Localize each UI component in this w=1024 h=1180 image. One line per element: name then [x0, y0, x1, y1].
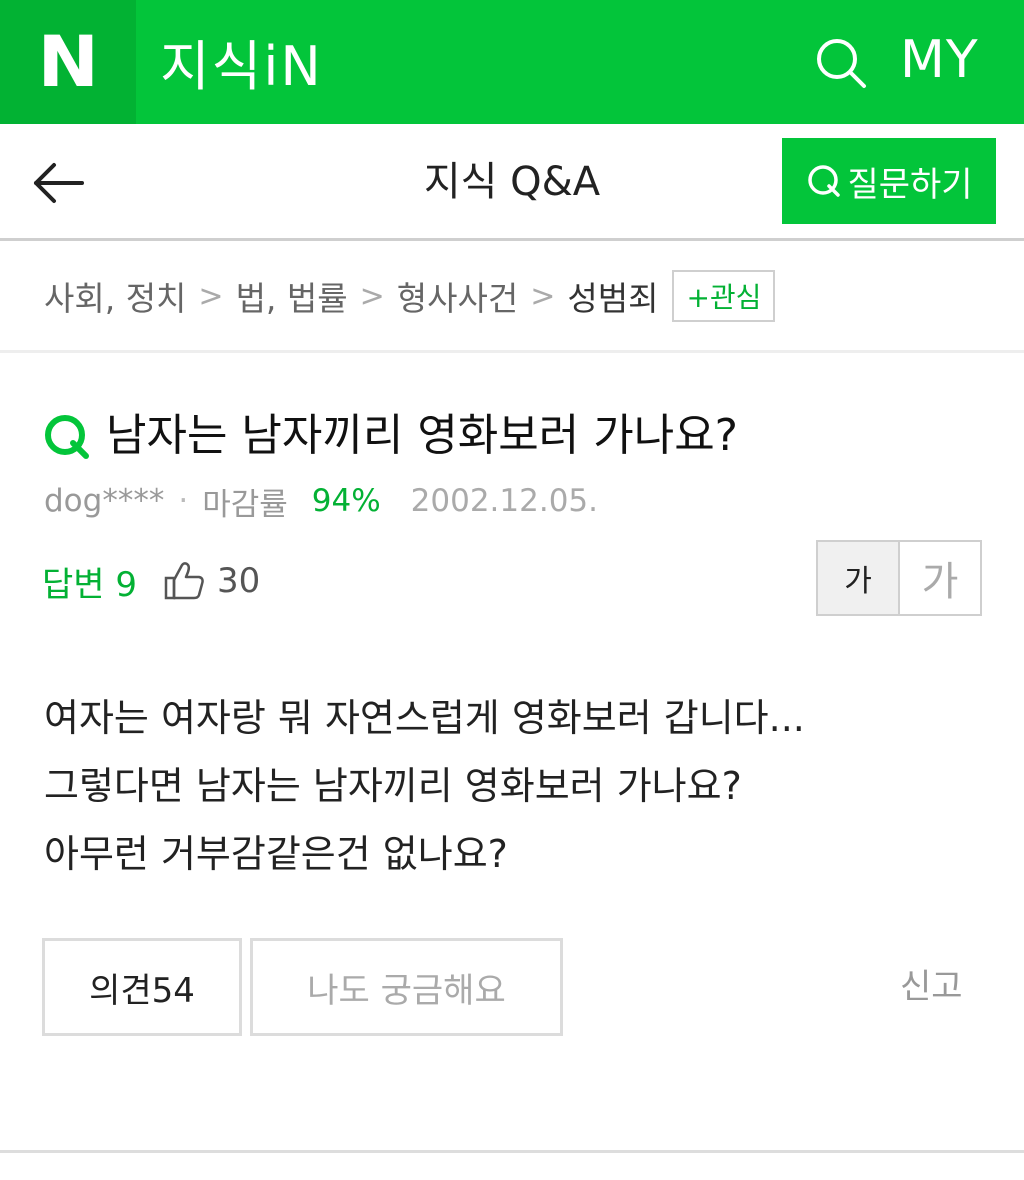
breadcrumb: 사회, 정치 > 법, 법률 > 형사사건 > 성범죄 +관심 [44, 268, 776, 324]
sub-header: 지식 Q&A 질문하기 [0, 124, 1024, 241]
breadcrumb-item-criminal[interactable]: 형사사건 [397, 272, 518, 320]
ask-question-label: 질문하기 [847, 164, 973, 205]
breadcrumb-separator: > [198, 278, 224, 314]
question-stats: 답변 9 30 [42, 556, 260, 606]
close-rate-value: 94% [311, 483, 381, 519]
breadcrumb-item-law[interactable]: 법, 법률 [236, 272, 348, 320]
thumbs-up-icon[interactable] [163, 559, 207, 603]
font-size-small-button[interactable]: 가 [818, 542, 900, 614]
question-body: 여자는 여자랑 뭐 자연스럽게 영화보러 갑니다... 그렇다면 남자는 남자끼… [44, 684, 984, 888]
top-header: N 지식iN MY [0, 0, 1024, 124]
q-icon [808, 165, 841, 197]
font-size-large-button[interactable]: 가 [900, 542, 980, 614]
brand-title[interactable]: 지식iN [160, 26, 323, 98]
font-size-toggle: 가 가 [816, 540, 982, 616]
like-count: 30 [217, 561, 261, 601]
breadcrumb-item-sex-crime[interactable]: 성범죄 [567, 272, 658, 320]
naver-logo[interactable]: N [0, 0, 136, 124]
question-body-line: 그렇다면 남자는 남자끼리 영화보러 가나요? [44, 764, 742, 808]
close-rate-label: 마감률 [202, 486, 288, 523]
my-menu-link[interactable]: MY [900, 30, 979, 90]
divider [0, 1150, 1024, 1153]
ask-question-button[interactable]: 질문하기 [782, 138, 996, 224]
me-too-curious-button[interactable]: 나도 궁금해요 [250, 938, 563, 1036]
report-link[interactable]: 신고 [900, 960, 963, 1014]
question-meta: dog**** · 마감률 94% 2002.12.05. [44, 478, 598, 524]
question-title-row: 남자는 남자끼리 영화보러 가나요? [42, 406, 738, 466]
breadcrumb-item-society[interactable]: 사회, 정치 [44, 272, 186, 320]
question-title: 남자는 남자끼리 영화보러 가나요? [106, 410, 739, 461]
question-body-line: 아무런 거부감같은건 없나요? [44, 832, 508, 876]
question-body-line: 여자는 여자랑 뭐 자연스럽게 영화보러 갑니다... [44, 696, 805, 740]
question-mark-icon [45, 415, 89, 459]
follow-button[interactable]: +관심 [672, 270, 776, 322]
author-name[interactable]: dog**** [44, 483, 164, 519]
breadcrumb-separator: > [530, 278, 556, 314]
divider [0, 350, 1024, 353]
search-icon[interactable] [812, 34, 870, 92]
answer-count[interactable]: 답변 9 [42, 557, 137, 606]
meta-separator: · [178, 483, 189, 519]
breadcrumb-separator: > [359, 278, 385, 314]
opinion-button[interactable]: 의견54 [42, 938, 242, 1036]
post-date: 2002.12.05. [410, 483, 599, 519]
logo-letter: N [37, 21, 99, 103]
